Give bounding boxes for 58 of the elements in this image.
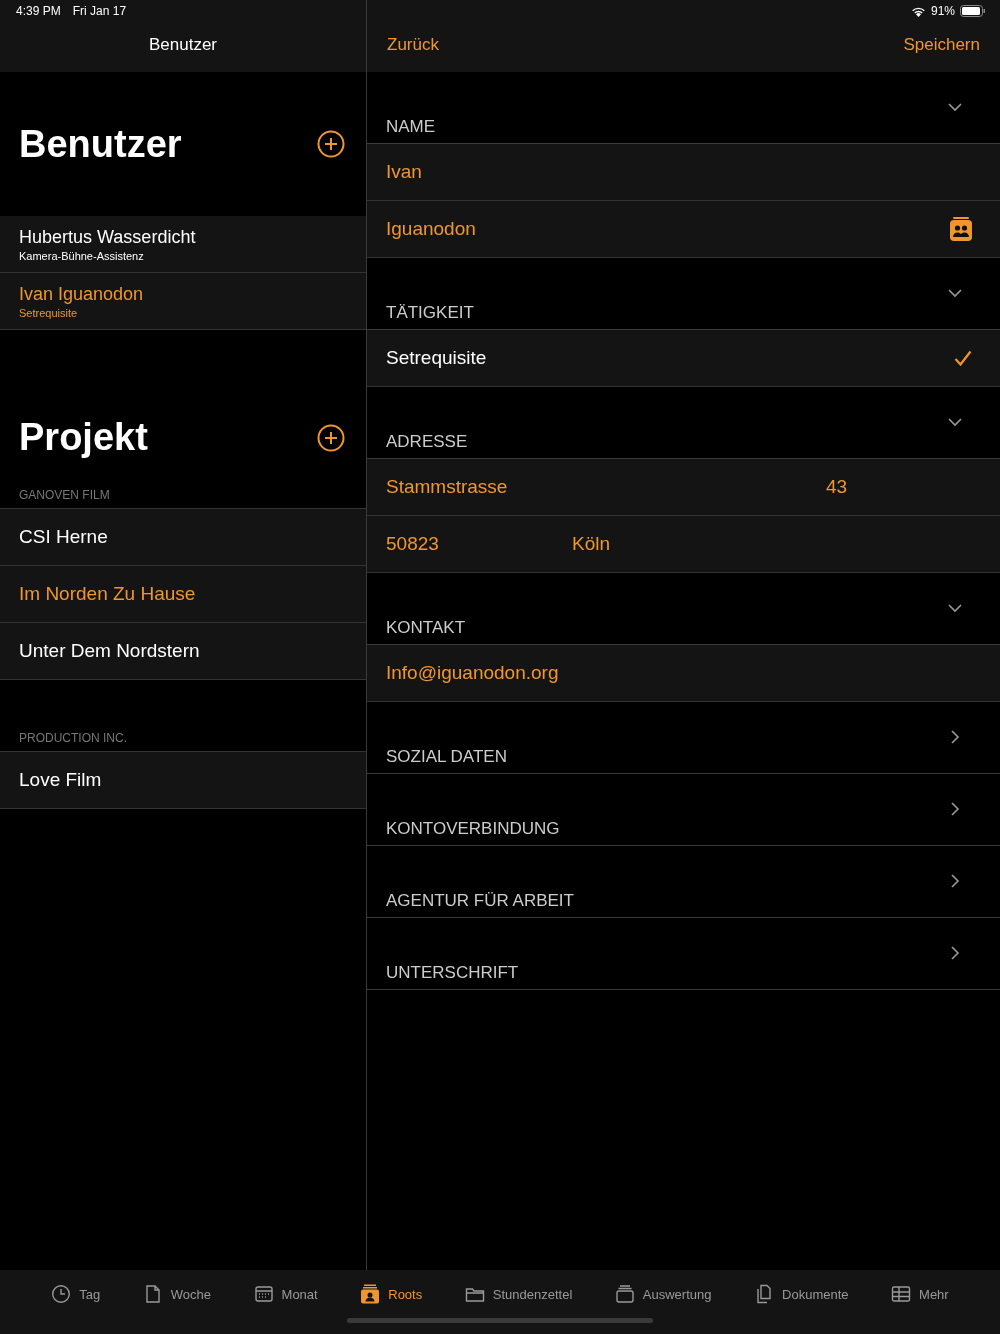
save-button[interactable]: Speichern	[903, 35, 980, 55]
chevron-right-icon[interactable]	[948, 730, 962, 744]
text-field[interactable]: Iguanodon	[386, 218, 476, 240]
status-time: 4:39 PM	[16, 4, 61, 18]
text-field[interactable]: 43	[826, 476, 848, 498]
section-header: AGENTUR FÜR ARBEIT	[386, 891, 574, 911]
chevron-down-icon[interactable]	[948, 415, 962, 429]
wifi-icon	[910, 5, 926, 17]
text-field[interactable]: Köln	[572, 533, 611, 555]
project-row[interactable]: CSI Herne	[0, 509, 366, 566]
chevron-down-icon[interactable]	[948, 100, 962, 114]
nav-title: Benutzer	[148, 35, 217, 55]
section-header: TÄTIGKEIT	[386, 303, 474, 323]
text-field[interactable]: Info@iguanodon.org	[386, 662, 559, 684]
chevron-down-icon[interactable]	[948, 286, 962, 300]
user-row[interactable]: Ivan Iguanodon Setrequisite	[0, 273, 366, 330]
section-title: Projekt	[19, 416, 148, 459]
text-field[interactable]: Ivan	[386, 161, 422, 183]
back-button[interactable]: Zurück	[387, 35, 439, 55]
add-icon[interactable]	[317, 423, 345, 452]
section-header: NAME	[386, 117, 436, 137]
battery-icon	[960, 5, 986, 17]
add-icon[interactable]	[317, 130, 345, 158]
group-header: PRODUCTION INC.	[19, 731, 127, 745]
text-field[interactable]: 50823	[386, 533, 572, 555]
clock-icon	[51, 1284, 72, 1304]
tab-item[interactable]: Mehr	[891, 1284, 949, 1304]
group-header: GANOVEN FILM	[19, 488, 110, 502]
tab-item[interactable]: Dokumente	[754, 1284, 849, 1304]
calendar-icon	[253, 1284, 274, 1304]
section-header: UNTERSCHRIFT	[386, 963, 519, 983]
text-field[interactable]: Stammstrasse	[386, 476, 826, 498]
section-title: Benutzer	[19, 122, 182, 166]
tab-item[interactable]: Roots	[360, 1284, 423, 1304]
tab-item[interactable]: Auswertung	[614, 1284, 712, 1304]
tab-item[interactable]: Tag	[51, 1284, 101, 1304]
section-header: KONTAKT	[386, 618, 466, 638]
user-row[interactable]: Hubertus Wasserdicht Kamera-Bühne-Assistenz	[0, 216, 366, 273]
contact-card-icon	[360, 1284, 381, 1304]
battery-percent: 91%	[930, 4, 955, 18]
chevron-right-icon[interactable]	[948, 874, 962, 888]
option-label[interactable]: Setrequisite	[386, 347, 487, 369]
project-row[interactable]: Unter Dem Nordstern	[0, 623, 366, 680]
chevron-right-icon[interactable]	[948, 802, 962, 816]
status-date: Fri Jan 17	[72, 4, 127, 18]
tab-item[interactable]: Woche	[142, 1284, 211, 1304]
section-header: ADRESSE	[386, 432, 468, 452]
section-header: KONTOVERBINDUNG	[386, 819, 560, 839]
chevron-right-icon[interactable]	[948, 946, 962, 960]
tray-icon	[614, 1284, 635, 1304]
chevron-down-icon[interactable]	[948, 601, 962, 615]
section-header: SOZIAL DATEN	[386, 747, 507, 767]
contacts-icon[interactable]	[950, 217, 972, 241]
tab-item[interactable]: Monat	[253, 1284, 318, 1304]
table-icon	[891, 1284, 912, 1304]
tab-item[interactable]: Stundenzettel	[464, 1284, 573, 1304]
project-row[interactable]: Love Film	[0, 752, 366, 809]
project-row[interactable]: Im Norden Zu Hause	[0, 566, 366, 623]
